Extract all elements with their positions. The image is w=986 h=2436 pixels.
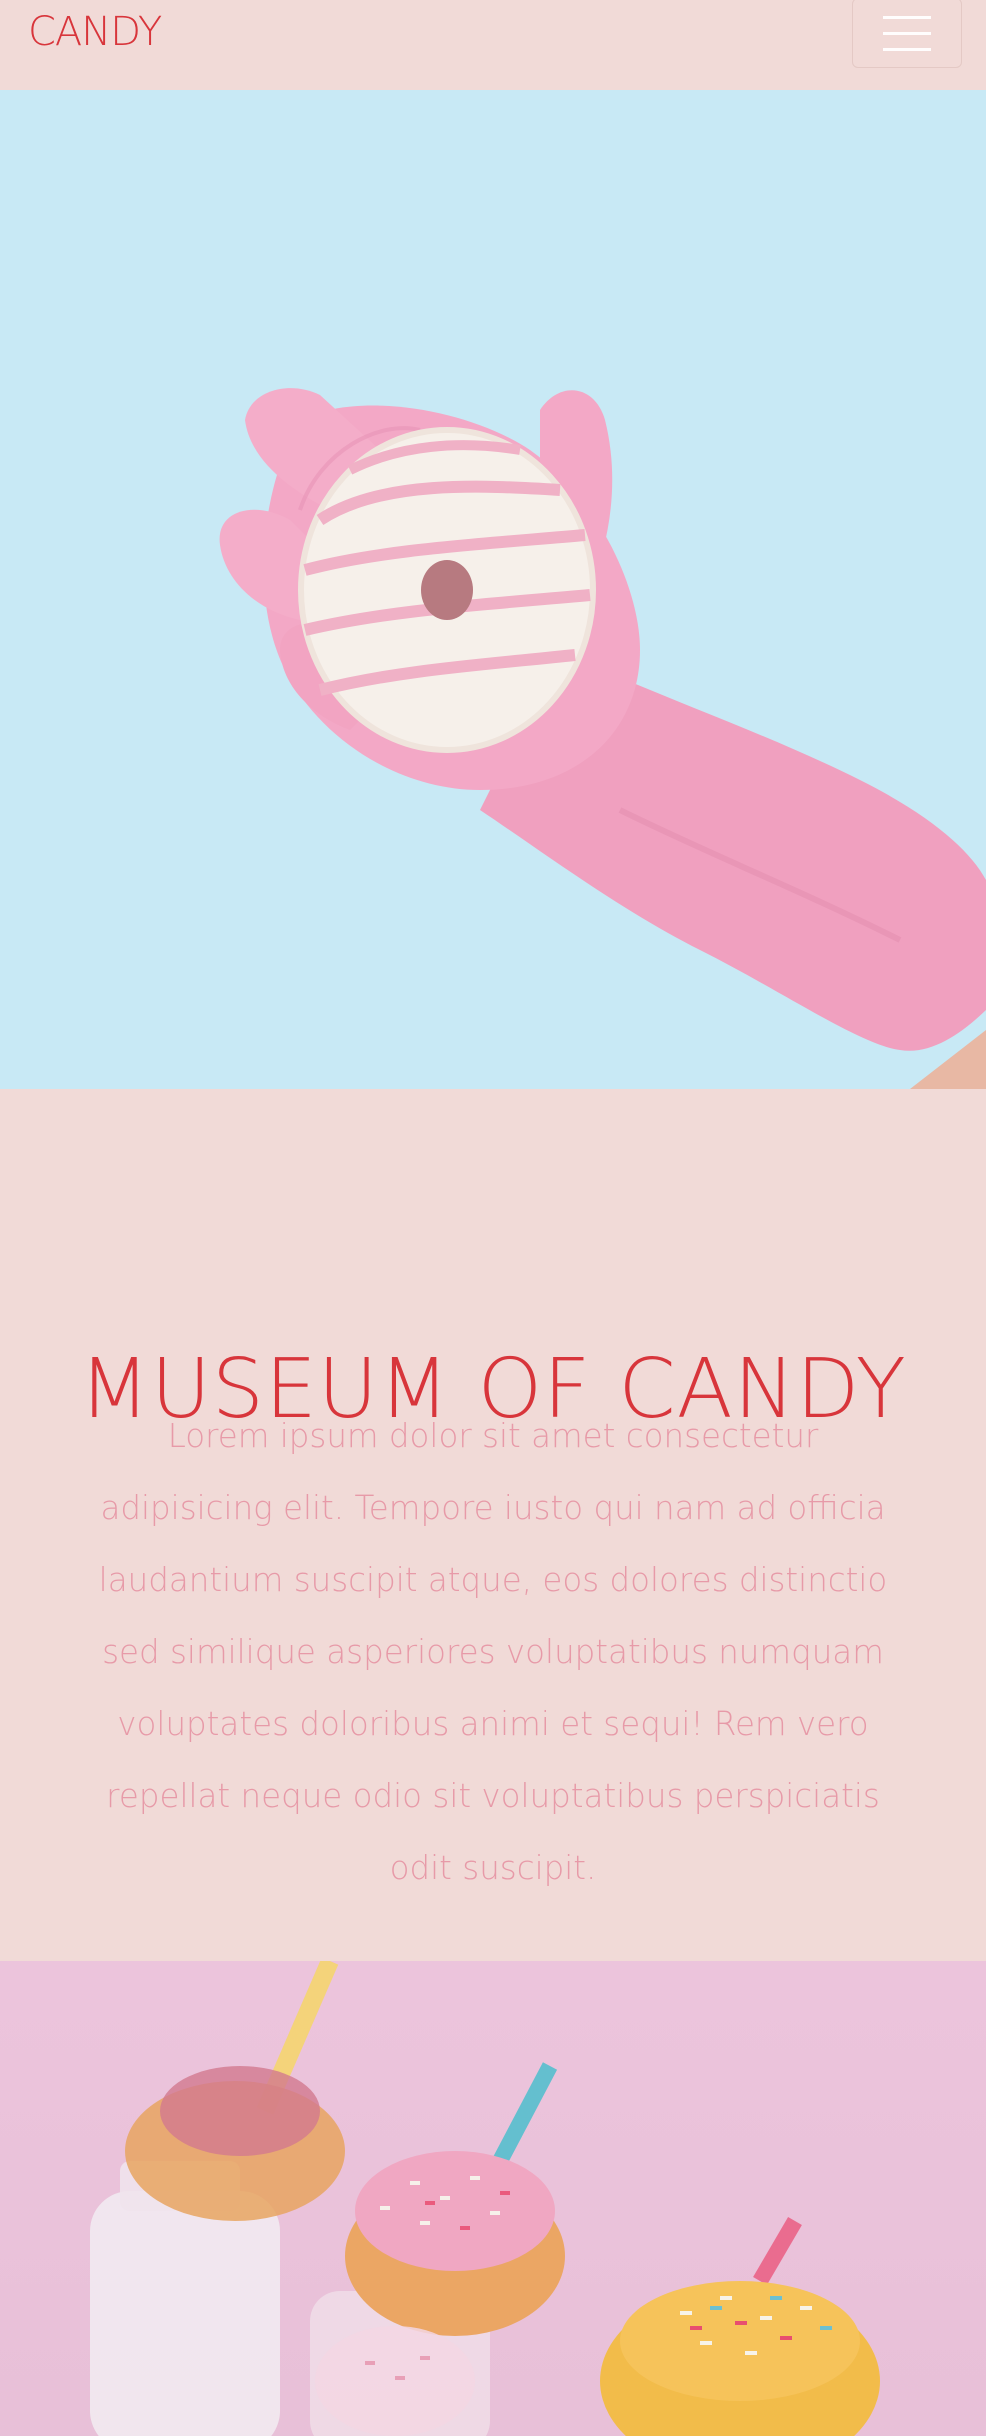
gloved-hand-donut-illustration: [219, 388, 986, 1089]
brand-logo[interactable]: CANDY: [28, 6, 162, 58]
donuts-on-bottles-illustration: [90, 1961, 880, 2436]
hero-image: [0, 90, 986, 1089]
navbar: CANDY: [0, 0, 986, 90]
section-body-text: Lorem ipsum dolor sit amet consectetur a…: [98, 1417, 888, 1887]
hamburger-menu-button[interactable]: [852, 0, 962, 68]
donuts-image: [0, 1961, 986, 2436]
